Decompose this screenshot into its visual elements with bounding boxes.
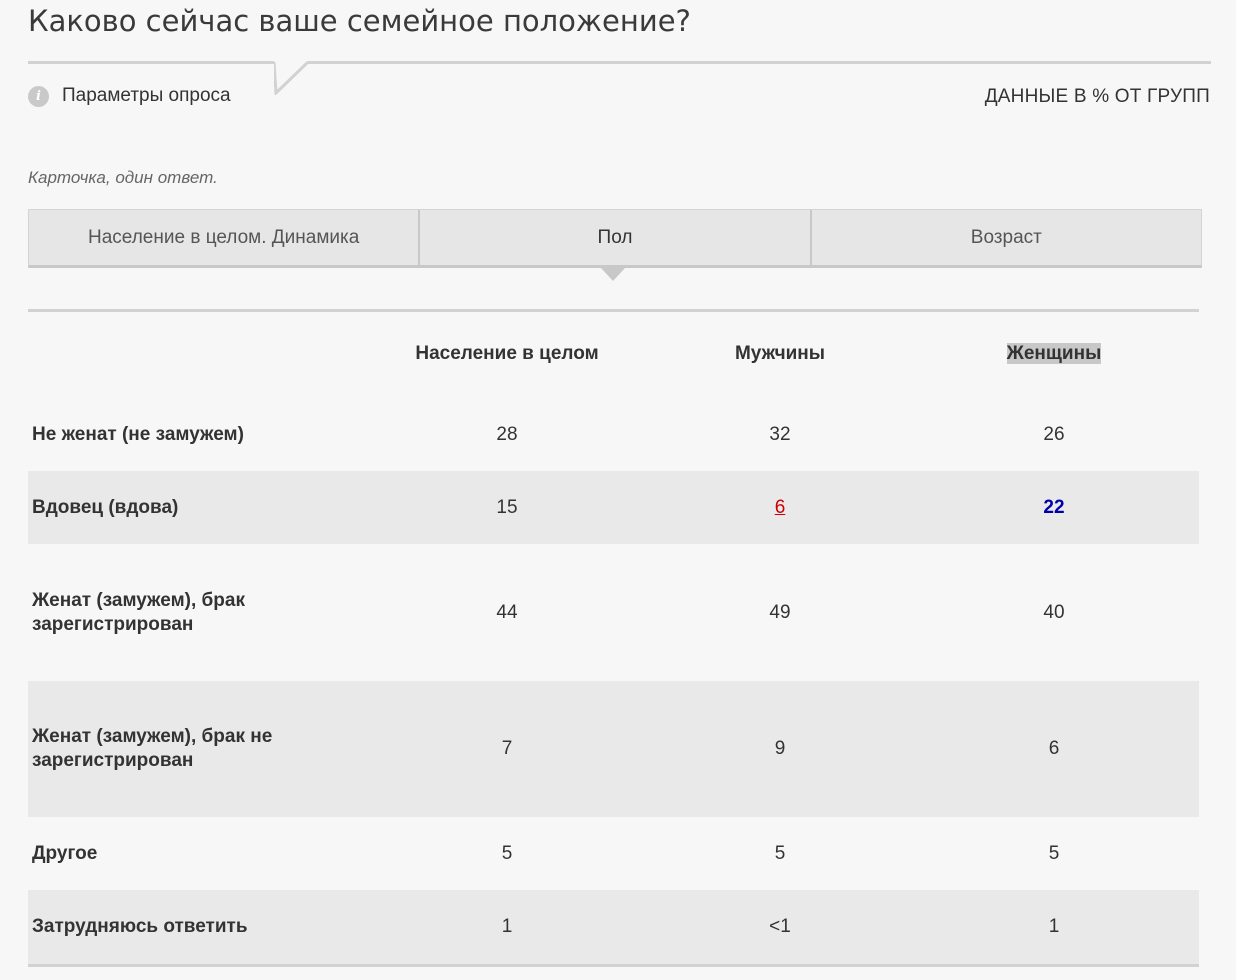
table-top-divider xyxy=(28,309,1199,312)
header-notch xyxy=(274,61,308,95)
cell-men: 9 xyxy=(774,738,786,759)
column-header-population: Население в целом xyxy=(415,343,599,364)
active-tab-pointer xyxy=(601,268,625,281)
row-label: Другое xyxy=(32,842,98,864)
table-row: Женат (замужем), брак зарегистрирован 44… xyxy=(28,544,1199,681)
row-label: Затрудняюсь ответить xyxy=(32,916,248,937)
row-label: Женат (замужем), брак зарегистрирован xyxy=(32,589,245,635)
survey-params-toggle[interactable]: i Параметры опроса xyxy=(28,85,231,107)
row-label: Вдовец (вдова) xyxy=(32,496,179,518)
table-row: Вдовец (вдова) 15 6 22 xyxy=(28,471,1199,544)
cell-population: 28 xyxy=(496,423,518,445)
page-title: Каково сейчас ваше семейное положение? xyxy=(28,4,691,38)
table-row: Не женат (не замужем) 28 32 26 xyxy=(28,398,1199,471)
cell-men: 32 xyxy=(769,423,791,445)
tab-population-dynamics[interactable]: Население в целом. Динамика xyxy=(29,210,418,265)
table-bottom-divider xyxy=(28,964,1199,967)
cell-population: 1 xyxy=(501,916,513,937)
tab-bar: Население в целом. Динамика Пол Возраст xyxy=(28,209,1202,268)
cell-population: 44 xyxy=(496,601,518,623)
table-row: Другое 5 5 5 xyxy=(28,817,1199,890)
column-header-men: Мужчины xyxy=(734,343,826,364)
cell-women-high-value: 22 xyxy=(1043,496,1065,518)
cell-women: 6 xyxy=(1048,738,1060,759)
cell-population: 5 xyxy=(501,842,513,864)
table-row: Женат (замужем), брак не зарегистрирован… xyxy=(28,681,1199,817)
header-divider xyxy=(28,61,1211,64)
cell-women: 1 xyxy=(1048,916,1060,937)
cell-men-low-value-link[interactable]: 6 xyxy=(720,497,840,519)
cell-population: 7 xyxy=(501,738,513,759)
question-subtitle: Карточка, один ответ. xyxy=(28,168,218,187)
cell-women: 40 xyxy=(1043,601,1065,623)
cell-population: 15 xyxy=(496,496,518,518)
cell-men: <1 xyxy=(769,916,791,937)
cell-men: 5 xyxy=(774,842,786,864)
row-label: Женат (замужем), брак не зарегистрирован xyxy=(32,726,273,771)
cell-women: 26 xyxy=(1043,423,1065,445)
cell-men: 49 xyxy=(769,601,791,623)
tab-gender[interactable]: Пол xyxy=(418,210,809,265)
row-label: Не женат (не замужем) xyxy=(32,423,244,445)
info-icon: i xyxy=(28,85,49,107)
tab-age[interactable]: Возраст xyxy=(809,210,1201,265)
cell-women: 5 xyxy=(1048,842,1060,864)
table-row: Затрудняюсь ответить 1 <1 1 xyxy=(28,890,1199,964)
survey-params-label: Параметры опроса xyxy=(62,85,231,106)
data-mode-label: ДАННЫЕ В % ОТ ГРУПП xyxy=(984,86,1210,107)
column-header-women: Женщины xyxy=(1006,343,1102,364)
